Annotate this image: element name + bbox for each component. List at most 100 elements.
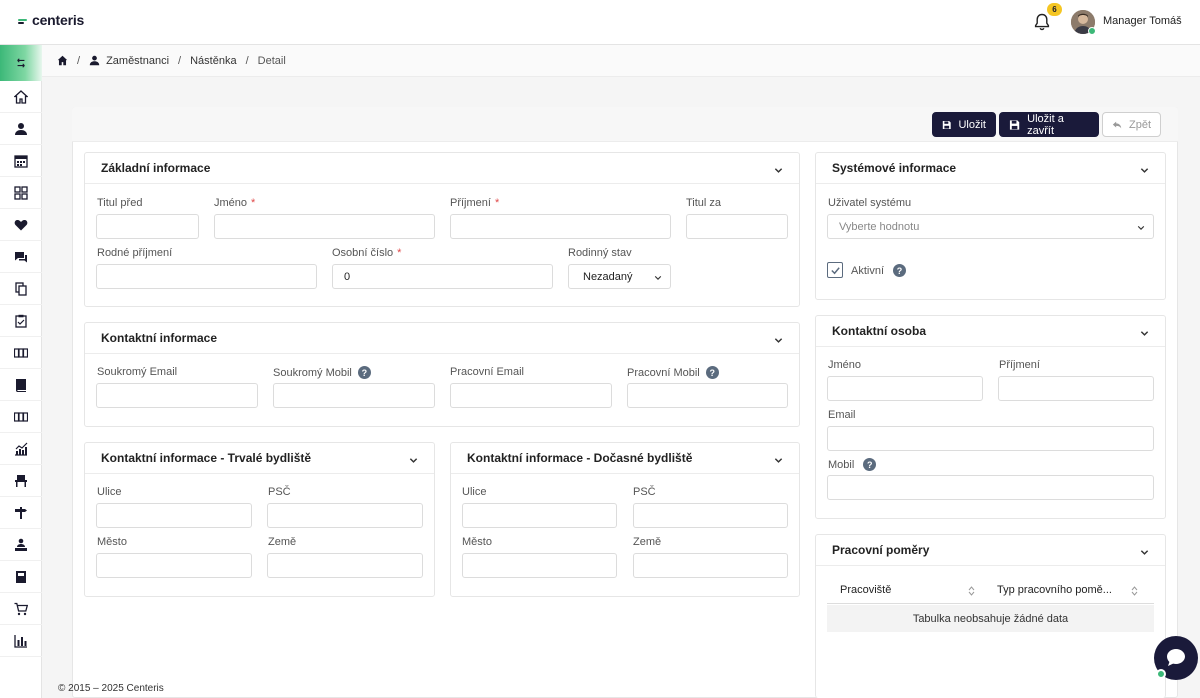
cart-icon[interactable]: [0, 593, 42, 625]
home-icon[interactable]: [57, 55, 68, 66]
book-icon[interactable]: [0, 369, 42, 401]
chat-icon[interactable]: [0, 241, 42, 273]
logo[interactable]: centeris: [18, 12, 84, 28]
column-header-employment-type[interactable]: Typ pracovního pomě...: [984, 577, 1154, 604]
private-email-label: Soukromý Email: [97, 366, 178, 378]
contact-email-label: Email: [828, 409, 856, 421]
help-icon[interactable]: ?: [863, 458, 877, 471]
user-icon[interactable]: [0, 113, 42, 145]
country-input[interactable]: [267, 553, 423, 578]
city-input[interactable]: [96, 553, 252, 578]
chevron-down-icon: [1137, 223, 1145, 231]
help-icon[interactable]: ?: [705, 366, 719, 379]
logo-text: centeris: [32, 12, 85, 28]
private-mobile-label: Soukromý Mobil?: [273, 366, 371, 379]
birth-name-input[interactable]: [96, 264, 317, 289]
chevron-down-icon[interactable]: [409, 454, 418, 463]
breadcrumb-dashboard[interactable]: Nástěnka: [190, 55, 236, 67]
marital-status-select[interactable]: Nezadaný: [568, 264, 671, 289]
calendar-icon[interactable]: [0, 145, 42, 177]
column-header-label: Typ pracovního pomě...: [997, 584, 1112, 596]
panel-title: Kontaktní informace: [101, 331, 218, 345]
home-icon[interactable]: [0, 81, 42, 113]
system-info-header[interactable]: Systémové informace: [816, 153, 1165, 184]
breadcrumb-employees[interactable]: Zaměstnanci: [106, 55, 169, 67]
sidebar-toggle-icon[interactable]: [0, 45, 42, 81]
save-button[interactable]: Uložit: [932, 112, 996, 137]
active-label-text: Aktivní: [851, 264, 885, 277]
contact-person-header[interactable]: Kontaktní osoba: [816, 316, 1165, 347]
notification-badge[interactable]: 6: [1047, 3, 1062, 16]
required-marker: *: [494, 197, 500, 209]
chevron-down-icon[interactable]: [1140, 164, 1149, 173]
clipboard-icon[interactable]: [0, 305, 42, 337]
dashboard-icon[interactable]: [0, 177, 42, 209]
signpost-icon[interactable]: [0, 497, 42, 529]
street-input[interactable]: [96, 503, 252, 528]
contact-first-name-input[interactable]: [827, 376, 983, 401]
chevron-down-icon[interactable]: [1140, 546, 1149, 555]
chevron-down-icon[interactable]: [774, 454, 783, 463]
required-marker: *: [397, 247, 402, 259]
chevron-down-icon[interactable]: [774, 164, 783, 173]
basic-info-header[interactable]: Základní informace: [85, 153, 799, 184]
first-name-input[interactable]: [214, 214, 435, 239]
system-user-select[interactable]: Vyberte hodnotu: [827, 214, 1154, 239]
work-email-input[interactable]: [450, 383, 612, 408]
bell-icon[interactable]: [1034, 13, 1050, 31]
work-mobile-label-text: Pracovní Mobil: [627, 366, 700, 379]
save-button-label: Uložit: [958, 118, 986, 131]
back-button[interactable]: Zpět: [1102, 112, 1161, 137]
breadcrumb-separator: /: [77, 54, 81, 67]
contact-first-name-label: Jméno: [828, 359, 862, 371]
marital-status-label: Rodinný stav: [568, 247, 632, 259]
zip-input[interactable]: [633, 503, 788, 528]
temporary-address-header[interactable]: Kontaktní informace - Dočasné bydliště: [451, 443, 799, 474]
active-checkbox[interactable]: [827, 262, 843, 278]
sort-icon: [968, 586, 975, 596]
cards-icon[interactable]: [0, 401, 42, 433]
user-name[interactable]: Manager Tomáš: [1103, 15, 1182, 27]
contact-last-name-input[interactable]: [998, 376, 1154, 401]
private-mobile-input[interactable]: [273, 383, 435, 408]
notebook-icon[interactable]: [0, 561, 42, 593]
help-icon[interactable]: ?: [357, 366, 371, 379]
birth-name-label: Rodné příjmení: [97, 247, 173, 259]
person-chart-icon[interactable]: [0, 529, 42, 561]
heart-icon[interactable]: [0, 209, 42, 241]
chevron-down-icon: [654, 273, 662, 281]
personal-number-input[interactable]: 0: [332, 264, 553, 289]
employment-header[interactable]: Pracovní poměry: [816, 535, 1165, 566]
copy-icon[interactable]: [0, 273, 42, 305]
chevron-down-icon[interactable]: [1140, 327, 1149, 336]
zip-label: PSČ: [633, 486, 656, 498]
required-marker: *: [251, 197, 256, 209]
zip-input[interactable]: [267, 503, 423, 528]
last-name-input[interactable]: [450, 214, 671, 239]
contact-mobile-label: Mobil?: [828, 458, 877, 471]
private-email-input[interactable]: [96, 383, 258, 408]
id-cards-icon[interactable]: [0, 337, 42, 369]
permanent-address-header[interactable]: Kontaktní informace - Trvalé bydliště: [85, 443, 434, 474]
contact-mobile-input[interactable]: [827, 475, 1154, 500]
title-before-input[interactable]: [96, 214, 199, 239]
work-mobile-input[interactable]: [627, 383, 788, 408]
table-empty-message: Tabulka neobsahuje žádné data: [827, 605, 1154, 632]
title-after-input[interactable]: [686, 214, 788, 239]
furniture-icon[interactable]: [0, 465, 42, 497]
help-icon[interactable]: ?: [893, 264, 907, 277]
city-input[interactable]: [462, 553, 617, 578]
first-name-label: Jméno *: [214, 197, 255, 209]
contact-email-input[interactable]: [827, 426, 1154, 451]
column-header-workplace[interactable]: Pracoviště: [827, 577, 984, 604]
chart-line-icon[interactable]: [0, 433, 42, 465]
active-label: Aktivní?: [851, 264, 907, 277]
save-and-close-button[interactable]: Uložit a zavřít: [999, 112, 1099, 137]
country-input[interactable]: [633, 553, 788, 578]
contact-info-header[interactable]: Kontaktní informace: [85, 323, 799, 354]
sidebar: [0, 45, 42, 698]
bar-chart-icon[interactable]: [0, 625, 42, 657]
personal-number-label-text: Osobní číslo: [332, 247, 394, 259]
chevron-down-icon[interactable]: [774, 334, 783, 343]
street-input[interactable]: [462, 503, 617, 528]
